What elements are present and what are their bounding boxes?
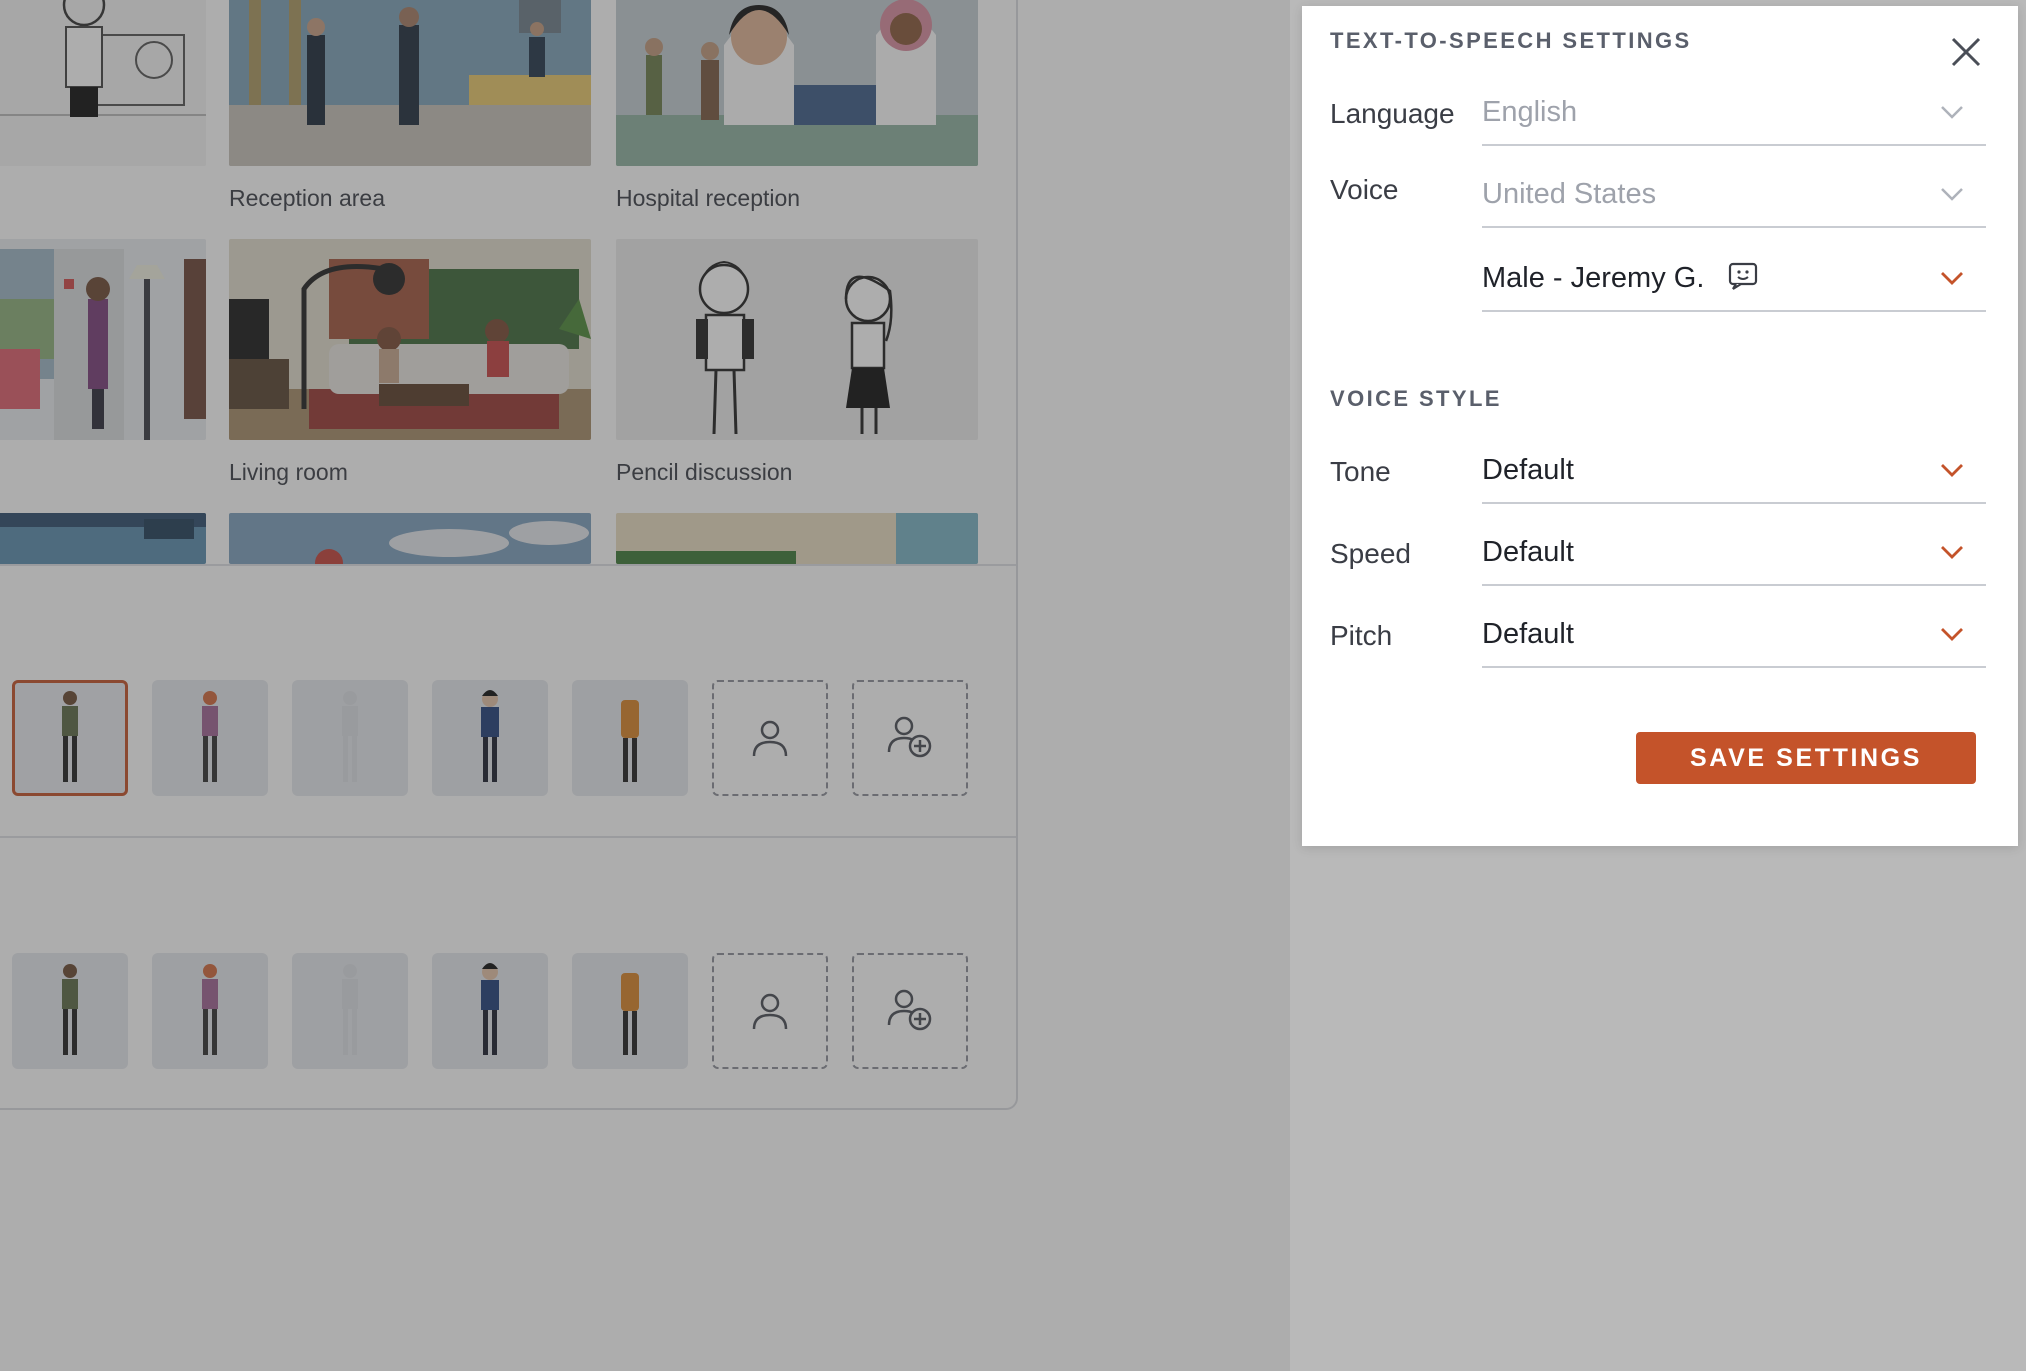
chevron-down-icon xyxy=(1941,272,1963,285)
voice-value-wrap: Male - Jeremy G. xyxy=(1482,262,1758,295)
tone-select[interactable]: Default xyxy=(1482,442,1986,504)
close-button[interactable] xyxy=(1944,30,1988,74)
voice-select[interactable]: Male - Jeremy G. xyxy=(1482,250,1986,312)
chevron-down-icon xyxy=(1941,546,1963,559)
voice-label: Voice xyxy=(1330,174,1399,205)
language-label: Language xyxy=(1330,98,1455,129)
voice-accent-select[interactable]: United States xyxy=(1482,166,1986,228)
speed-select[interactable]: Default xyxy=(1482,524,1986,586)
chevron-down-icon xyxy=(1941,106,1963,119)
chevron-down-icon xyxy=(1941,464,1963,477)
speed-label: Speed xyxy=(1330,538,1411,569)
pitch-label: Pitch xyxy=(1330,620,1393,651)
close-icon xyxy=(1951,37,1981,67)
tone-value: Default xyxy=(1482,454,1574,486)
chevron-down-icon xyxy=(1941,628,1963,641)
modal-title: TEXT-TO-SPEECH SETTINGS xyxy=(1330,28,1692,53)
language-select[interactable]: English xyxy=(1482,84,1986,146)
voice-style-title: VOICE STYLE xyxy=(1330,386,1502,411)
chevron-down-icon xyxy=(1941,188,1963,201)
save-settings-button[interactable]: SAVE SETTINGS xyxy=(1636,732,1976,784)
voice-accent-value: United States xyxy=(1482,178,1657,210)
voice-preview-icon[interactable] xyxy=(1728,262,1758,291)
speed-value: Default xyxy=(1482,536,1574,568)
pitch-value: Default xyxy=(1482,618,1574,650)
tone-label: Tone xyxy=(1330,456,1391,487)
language-value: English xyxy=(1482,96,1578,128)
tts-settings-modal: TEXT-TO-SPEECH SETTINGS Language English… xyxy=(1302,6,2018,846)
voice-value: Male - Jeremy G. xyxy=(1482,262,1705,294)
pitch-select[interactable]: Default xyxy=(1482,606,1986,668)
